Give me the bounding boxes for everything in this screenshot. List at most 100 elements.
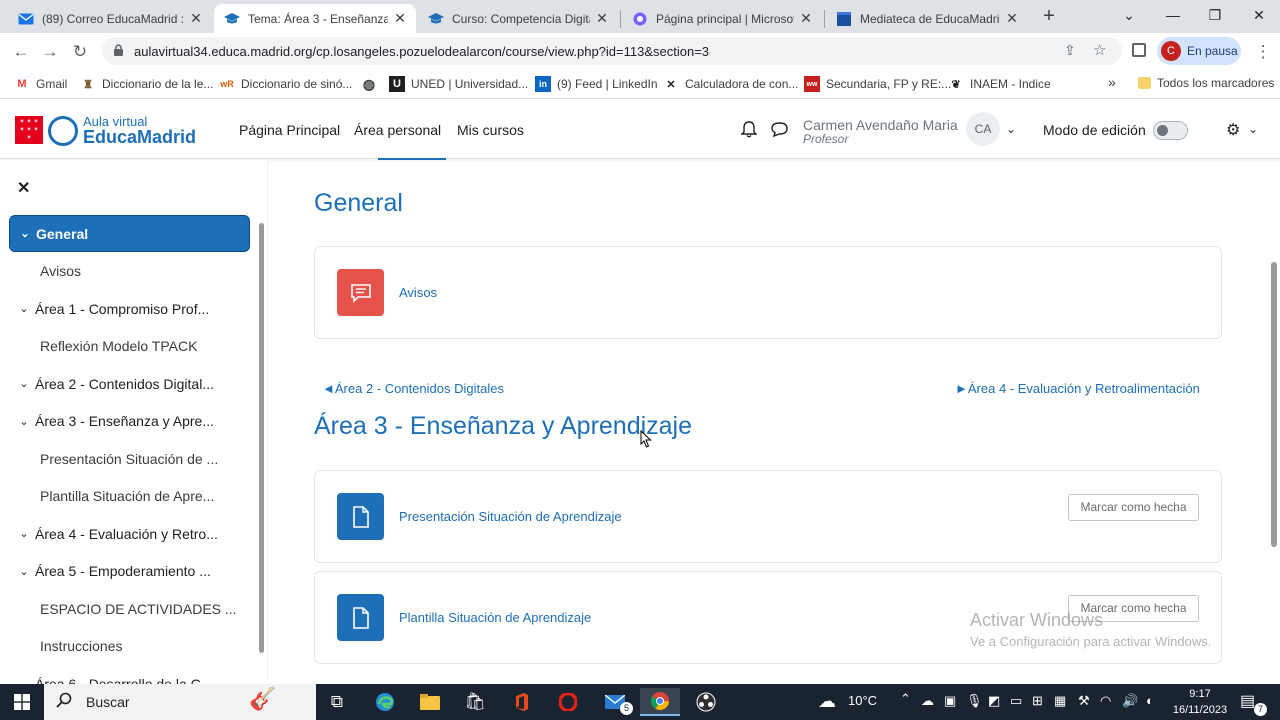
bookmark-inaem[interactable]: ❦ INAEM - Indice <box>948 76 1050 92</box>
course-index-activity[interactable]: Avisos <box>9 253 250 290</box>
chrome-menu-icon[interactable]: ⋮ <box>1252 41 1274 63</box>
nav-area-personal[interactable]: Área personal <box>354 122 441 138</box>
close-tab-icon[interactable]: ✕ <box>798 10 814 27</box>
side-panel-icon[interactable] <box>1132 43 1146 57</box>
volume-icon[interactable]: 🔊 <box>1122 693 1138 709</box>
course-index-section[interactable]: ⌄ Área 1 - Compromiso Prof... <box>9 290 250 327</box>
edit-mode-toggle[interactable] <box>1153 121 1188 140</box>
course-index-section[interactable]: ⌄ Área 4 - Evaluación y Retro... <box>9 515 250 552</box>
tray-monitor-icon[interactable]: ▭ <box>1010 693 1022 709</box>
sidebar-scrollbar[interactable] <box>259 223 264 653</box>
course-index-activity[interactable]: ESPACIO DE ACTIVIDADES ... <box>9 590 250 627</box>
bookmark-wordreference[interactable]: wR Diccionario de sinó... <box>219 76 352 92</box>
address-bar[interactable]: aulavirtual34.educa.madrid.org/cp.losang… <box>102 37 1122 65</box>
browser-tab-correo[interactable]: (89) Correo EducaMadrid :: F ✕ <box>8 4 212 33</box>
user-avatar[interactable]: CA <box>966 112 1000 146</box>
mail-app-icon[interactable]: 5 <box>595 688 635 716</box>
wifi-icon[interactable]: ◠ <box>1100 693 1111 709</box>
bookmark-secundaria[interactable]: ww Secundaria, FP y RE:... <box>804 76 951 92</box>
bookmark-uned[interactable]: U UNED | Universidad... <box>389 76 528 92</box>
course-index-section[interactable]: ⌄ General <box>9 215 250 252</box>
weather-cloud-icon[interactable]: ☁ <box>818 691 836 712</box>
settings-gear-icon[interactable]: ⚙ <box>1226 120 1240 140</box>
tray-app-icon[interactable]: ◩ <box>988 693 1000 709</box>
page-scrollbar[interactable] <box>1271 262 1277 547</box>
bookmark-calculadora[interactable]: ✕ Calculadora de con... <box>663 76 798 92</box>
microphone-icon[interactable]: 🎙 <box>966 693 983 709</box>
close-tab-icon[interactable]: ✕ <box>1004 10 1020 27</box>
activity-link-avisos[interactable]: Avisos <box>399 285 437 300</box>
bookmark-globe[interactable]: ◍ <box>361 76 383 92</box>
user-menu-chevron-icon[interactable]: ⌄ <box>1006 122 1016 136</box>
taskbar-search[interactable]: Buscar 🎸 <box>44 684 316 720</box>
microsoft-store-icon[interactable]: 🛍 <box>455 688 495 716</box>
nav-mis-cursos[interactable]: Mis cursos <box>457 122 524 138</box>
settings-chevron-icon[interactable]: ⌄ <box>1248 122 1258 136</box>
tray-utility-icon[interactable]: ⚒ <box>1078 693 1090 709</box>
back-icon[interactable]: ← <box>10 41 32 63</box>
restore-button[interactable]: ❐ <box>1194 0 1236 30</box>
close-tab-icon[interactable]: ✕ <box>594 10 610 27</box>
activity-link-plantilla[interactable]: Plantilla Situación de Aprendizaje <box>399 610 591 625</box>
windows-start-icon[interactable] <box>0 684 44 720</box>
office-icon[interactable] <box>502 688 542 716</box>
tray-device-icon[interactable]: ▣ <box>944 693 956 709</box>
activity-link-presentacion[interactable]: Presentación Situación de Aprendizaje <box>399 509 622 524</box>
share-icon[interactable]: ⇪ <box>1064 42 1076 59</box>
bookmark-linkedin[interactable]: in (9) Feed | LinkedIn <box>535 76 658 92</box>
browser-tab-microsoft[interactable]: Página principal | Microsoft ✕ <box>622 4 822 33</box>
chevron-down-icon[interactable]: ⌄ <box>9 415 35 428</box>
tray-cloud-icon[interactable]: ☁ <box>921 693 934 709</box>
course-index-activity[interactable]: Reflexión Modelo TPACK <box>9 328 250 365</box>
tray-network-icon[interactable]: ⊞ <box>1032 693 1043 709</box>
chrome-icon[interactable] <box>640 688 680 716</box>
opera-icon[interactable] <box>548 688 588 716</box>
prev-section-link[interactable]: ◄Área 2 - Contenidos Digitales <box>322 381 504 396</box>
notifications-bell-icon[interactable] <box>740 120 758 143</box>
taskbar-clock[interactable]: 9:17 16/11/2023 <box>1170 686 1230 718</box>
nav-pagina-principal[interactable]: Página Principal <box>239 122 340 138</box>
all-bookmarks[interactable]: Todos los marcadores <box>1138 76 1274 90</box>
close-window-button[interactable]: ✕ <box>1238 0 1280 30</box>
reload-icon[interactable]: ↻ <box>69 41 91 63</box>
tray-hardware-icon[interactable]: ▦ <box>1054 693 1066 709</box>
forward-icon[interactable]: → <box>39 41 61 63</box>
task-view-icon[interactable]: ⧉ <box>317 688 357 716</box>
bookmarks-overflow-button[interactable]: » <box>1108 74 1116 90</box>
chevron-down-icon[interactable]: ⌄ <box>9 377 35 390</box>
course-index-section[interactable]: ⌄ Área 3 - Enseñanza y Apre... <box>9 403 250 440</box>
chevron-down-icon[interactable]: ⌄ <box>10 227 36 240</box>
close-drawer-icon[interactable]: ✕ <box>17 178 30 198</box>
edge-icon[interactable] <box>365 688 405 716</box>
close-tab-icon[interactable]: ✕ <box>188 10 204 27</box>
notifications-icon[interactable]: ▤ <box>1240 691 1255 711</box>
close-tab-icon[interactable]: ✕ <box>392 10 408 27</box>
profile-button[interactable]: C En pausa <box>1157 37 1241 65</box>
browser-tab-mediateca[interactable]: Mediateca de EducaMadrid ✕ <box>826 4 1028 33</box>
next-section-link[interactable]: ►Área 4 - Evaluación y Retroalimentación <box>955 381 1200 396</box>
course-index-section[interactable]: ⌄ Área 6 - Desarrollo de la C... <box>9 665 250 686</box>
course-index-activity[interactable]: Plantilla Situación de Apre... <box>9 478 250 515</box>
tray-chevron-up-icon[interactable]: ⌃ <box>900 691 911 707</box>
course-index-section[interactable]: ⌄ Área 2 - Contenidos Digital... <box>9 365 250 402</box>
bookmark-gmail[interactable]: M Gmail <box>14 76 67 92</box>
tab-search-chevron-icon[interactable]: ⌄ <box>1108 0 1150 30</box>
browser-tab-curso[interactable]: Curso: Competencia Digital ✕ <box>418 4 618 33</box>
course-index-activity[interactable]: Presentación Situación de ... <box>9 440 250 477</box>
file-explorer-icon[interactable] <box>410 688 450 716</box>
bookmark-star-icon[interactable]: ☆ <box>1093 41 1106 59</box>
chevron-down-icon[interactable]: ⌄ <box>9 302 35 315</box>
course-index-section[interactable]: ⌄ Área 5 - Empoderamiento ... <box>9 553 250 590</box>
lock-icon[interactable] <box>113 43 124 62</box>
browser-tab-area3[interactable]: Tema: Área 3 - Enseñanza y A ✕ <box>214 4 416 33</box>
weather-temperature[interactable]: 10°C <box>848 693 877 708</box>
general-section-title[interactable]: General <box>314 189 403 218</box>
minimize-button[interactable]: — <box>1152 0 1194 30</box>
mark-done-button[interactable]: Marcar como hecha <box>1068 494 1199 521</box>
new-tab-button[interactable]: + <box>1038 5 1060 27</box>
chevron-down-icon[interactable]: ⌄ <box>9 565 35 578</box>
bookmark-rae[interactable]: ♜ Diccionario de la le... <box>80 76 213 92</box>
comunidad-madrid-logo[interactable]: ✶ ✶ ✶ ✶ ✶ ✶ ✶ <box>15 116 43 144</box>
educamadrid-logo[interactable]: Aula virtual EducaMadrid <box>48 114 218 148</box>
chevron-down-icon[interactable]: ⌄ <box>9 527 35 540</box>
